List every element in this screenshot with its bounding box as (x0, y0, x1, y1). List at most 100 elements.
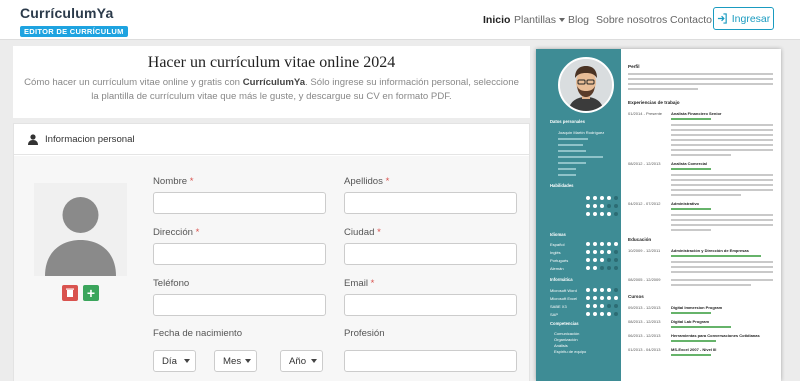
nombre-label: Nombre * (153, 176, 194, 187)
cv-sidebar: Datos personales Joaquín Martín Rodrígue… (536, 49, 621, 381)
cv-lang-1: Español (550, 242, 565, 247)
cv-text-line (671, 139, 773, 141)
direccion-input[interactable] (153, 243, 326, 265)
cv-idiomas-heading: Idiomas (550, 232, 566, 237)
cv-text-line (558, 138, 588, 140)
skill-dots (586, 204, 618, 208)
desc-brand: CurrículumYa (242, 77, 306, 88)
cv-comp-3: Análisis (554, 343, 568, 348)
cv-lang-2: Inglés (550, 250, 561, 255)
email-label-text: Email (344, 278, 368, 289)
cv-experiencia-heading: Experiencias de trabajo (628, 100, 680, 105)
nav-blog[interactable]: Blog (568, 14, 589, 26)
cv-job1-date: 01/2014 - Presente (628, 111, 663, 116)
lang-dots (586, 242, 618, 246)
lang-dots (586, 250, 618, 254)
cv-c1-title: Digital Immersion Program (671, 305, 723, 310)
cv-c2-date: 08/2013 - 12/2013 (628, 319, 661, 324)
cv-job2-date: 08/2012 - 12/2013 (628, 161, 661, 166)
cv-text-line (671, 154, 731, 156)
required-mark: * (189, 176, 194, 187)
delete-photo-button[interactable] (62, 285, 78, 301)
cv-comp-2: Organización (554, 337, 578, 342)
cv-text-line (671, 168, 711, 170)
cv-text-line (671, 266, 773, 268)
cv-text-line (671, 229, 711, 231)
cv-job1-title: Analista Financiero Senior (671, 111, 722, 116)
cv-text-line (671, 174, 773, 176)
telefono-input[interactable] (153, 294, 326, 316)
cv-datos-heading: Datos personales (550, 119, 585, 124)
nav-sobre-nosotros[interactable]: Sobre nosotros (596, 14, 667, 26)
cv-educacion-heading: Educación (628, 237, 652, 242)
nombre-label-text: Nombre (153, 176, 188, 187)
apellidos-label: Apellidos * (344, 176, 389, 187)
cv-competencias-heading: Competencias (550, 321, 579, 326)
cv-text-line (671, 194, 741, 196)
dia-value: Día (162, 355, 177, 367)
login-button[interactable]: Ingresar (713, 7, 774, 30)
dia-select[interactable]: Día (153, 350, 196, 372)
cv-text-line (558, 150, 586, 152)
cv-text-line (671, 224, 773, 226)
it-dots (586, 312, 618, 316)
cv-text-line (558, 156, 603, 158)
it-dots (586, 296, 618, 300)
cv-text-line (671, 326, 731, 328)
ciudad-label-text: Ciudad (344, 227, 375, 238)
cv-comp-4: Espíritu de equipo (554, 349, 587, 354)
nav-plantillas[interactable]: Plantillas (514, 14, 566, 26)
user-icon (28, 133, 38, 145)
cv-text-line (671, 284, 751, 286)
nombre-input[interactable] (153, 192, 326, 214)
cv-text-line (558, 168, 576, 170)
logo-title: CurrículumYa (20, 5, 114, 21)
cv-it-2: Microsoft Excel (550, 296, 578, 301)
cv-text-line (671, 179, 773, 181)
page-description: Cómo hacer un currículum vitae online y … (21, 76, 522, 104)
cv-preview[interactable]: Datos personales Joaquín Martín Rodrígue… (536, 49, 781, 381)
apellidos-input[interactable] (344, 192, 517, 214)
cv-c3-date: 06/2013 - 12/2013 (628, 333, 661, 338)
fecha-label: Fecha de nacimiento (153, 328, 243, 339)
direccion-label: Dirección * (153, 227, 199, 238)
nav-inicio[interactable]: Inicio (483, 14, 510, 26)
user-silhouette-icon (45, 197, 116, 276)
cv-text-line (558, 174, 576, 176)
personal-info-panel: Informacion personal + Nombre * Apellido… (13, 123, 530, 381)
profesion-label: Profesión (344, 328, 385, 339)
page-title: Hacer un currículum vitae online 2024 (147, 54, 396, 71)
cv-job3-date: 04/2012 - 07/2012 (628, 201, 661, 206)
cv-informatica-heading: Informática (550, 277, 573, 282)
required-mark: * (370, 278, 375, 289)
photo-placeholder[interactable] (34, 183, 127, 276)
ano-select[interactable]: Año (280, 350, 323, 372)
chevron-down-icon (559, 18, 566, 23)
ciudad-label: Ciudad * (344, 227, 381, 238)
cv-c4-title: MS-Excel 2007 - Nivel III (671, 347, 717, 352)
nav-contacto[interactable]: Contacto (670, 14, 712, 26)
cv-text-line (671, 149, 773, 151)
cv-text-line (671, 144, 773, 146)
cv-c3-title: Herramientas para Conversaciones Cotidia… (671, 333, 760, 338)
apellidos-label-text: Apellidos (344, 176, 383, 187)
cv-edu2-date: 08/2005 - 12/2009 (628, 277, 661, 282)
profesion-input[interactable] (344, 350, 517, 372)
add-photo-button[interactable]: + (83, 285, 99, 301)
cv-text-line (671, 118, 711, 120)
ciudad-input[interactable] (344, 243, 517, 265)
cv-cursos-heading: Cursos (628, 294, 644, 299)
cv-lang-3: Portugués (550, 258, 569, 263)
hero-section: Hacer un currículum vitae online 2024 Có… (13, 46, 530, 118)
cv-text-line (671, 279, 773, 281)
cv-edu1-title: Administración y Dirección de Empresas (671, 248, 749, 253)
mes-value: Mes (223, 355, 242, 367)
cv-text-line (671, 208, 711, 210)
email-input[interactable] (344, 294, 517, 316)
cv-name: Joaquín Martín Rodríguez (558, 130, 605, 135)
lang-dots (586, 258, 618, 262)
mes-select[interactable]: Mes (214, 350, 257, 372)
it-dots (586, 288, 618, 292)
cv-text-line (671, 255, 761, 257)
site-logo[interactable]: CurrículumYa EDITOR DE CURRÍCULUM (20, 6, 128, 39)
